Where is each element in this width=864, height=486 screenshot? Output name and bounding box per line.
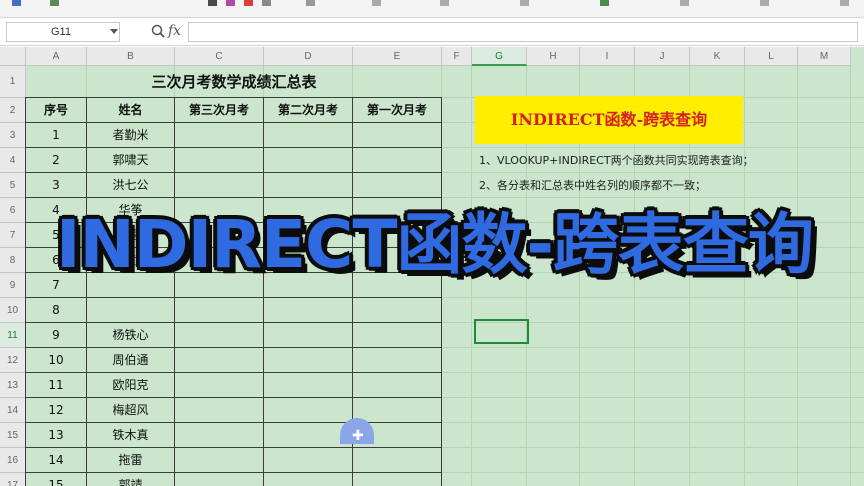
row-header-9[interactable]: 9 (0, 273, 26, 298)
row-header-11[interactable]: 11 (0, 323, 26, 348)
cell-seq-no[interactable]: 14 (26, 448, 86, 472)
row-header-12[interactable]: 12 (0, 348, 26, 373)
column-header-j[interactable]: J (635, 47, 690, 66)
ribbon-icon[interactable] (760, 0, 769, 6)
cell-student-name[interactable]: 郭啸天 (87, 148, 174, 172)
fill-handle-plus-icon[interactable]: ✚ (352, 429, 364, 443)
formula-bar: G11 fx (0, 18, 864, 46)
row-header-1[interactable]: 1 (0, 66, 26, 98)
chevron-down-icon[interactable] (110, 29, 118, 34)
formula-input[interactable] (188, 22, 858, 42)
column-header-b[interactable]: B (87, 47, 175, 66)
cell-student-name[interactable]: 杨铁心 (87, 323, 174, 347)
column-header-a[interactable]: A (26, 47, 87, 66)
row-header-3[interactable]: 3 (0, 123, 26, 148)
table-header-cell[interactable]: 第一次月考 (353, 98, 441, 122)
ribbon-icon[interactable] (520, 0, 529, 6)
table-header-cell[interactable]: 序号 (26, 98, 86, 122)
ribbon-icon[interactable] (12, 0, 21, 6)
ribbon-icon[interactable] (372, 0, 381, 6)
ribbon-icon[interactable] (244, 0, 253, 6)
column-header-m[interactable]: M (798, 47, 851, 66)
cell-student-name[interactable]: 周伯通 (87, 348, 174, 372)
ribbon-icon[interactable] (208, 0, 217, 6)
table-title: 三次月考数学成绩汇总表 (151, 73, 317, 91)
ribbon-icon[interactable] (840, 0, 849, 6)
column-header-h[interactable]: H (527, 47, 580, 66)
column-header-l[interactable]: L (745, 47, 798, 66)
cell-seq-no[interactable]: 13 (26, 423, 86, 447)
ribbon-icon[interactable] (680, 0, 689, 6)
column-header-e[interactable]: E (353, 47, 442, 66)
table-header-cell[interactable]: 第二次月考 (264, 98, 352, 122)
cell-student-name[interactable]: 郭靖 (87, 473, 174, 486)
ribbon-icon[interactable] (600, 0, 609, 6)
note-1: 1、VLOOKUP+INDIRECT两个函数共同实现跨表查询； (479, 154, 754, 167)
ribbon-icon[interactable] (262, 0, 271, 6)
overlay-title: INDIRECT函数-跨表查询 (56, 206, 814, 283)
row-header-6[interactable]: 6 (0, 198, 26, 223)
cell-student-name[interactable]: 铁木真 (87, 423, 174, 447)
row-header-7[interactable]: 7 (0, 223, 26, 248)
cell-student-name[interactable]: 欧阳克 (87, 373, 174, 397)
row-header-10[interactable]: 10 (0, 298, 26, 323)
cell-student-name[interactable] (87, 298, 174, 322)
row-header-8[interactable]: 8 (0, 248, 26, 273)
cell-student-name[interactable]: 者勤米 (87, 123, 174, 147)
cell-seq-no[interactable]: 15 (26, 473, 86, 486)
gridline-vertical (850, 66, 851, 486)
select-all-corner[interactable] (0, 47, 26, 66)
column-header-i[interactable]: I (580, 47, 635, 66)
cell-seq-no[interactable]: 12 (26, 398, 86, 422)
fx-icon[interactable]: fx (168, 22, 181, 40)
active-cell-g11[interactable] (474, 319, 529, 344)
cell-seq-no[interactable]: 2 (26, 148, 86, 172)
table-header-cell[interactable]: 姓名 (87, 98, 174, 122)
ribbon-icon[interactable] (50, 0, 59, 6)
ribbon-strip (0, 0, 864, 18)
cell-seq-no[interactable]: 11 (26, 373, 86, 397)
row-header-5[interactable]: 5 (0, 173, 26, 198)
name-box[interactable]: G11 (6, 22, 120, 42)
zoom-icon[interactable] (150, 23, 166, 39)
cell-student-name[interactable]: 梅超风 (87, 398, 174, 422)
column-header-c[interactable]: C (175, 47, 264, 66)
ribbon-icon[interactable] (306, 0, 315, 6)
cell-seq-no[interactable]: 8 (26, 298, 86, 322)
cell-seq-no[interactable]: 1 (26, 123, 86, 147)
row-header-13[interactable]: 13 (0, 373, 26, 398)
row-header-15[interactable]: 15 (0, 423, 26, 448)
cell-seq-no[interactable]: 9 (26, 323, 86, 347)
ribbon-icon[interactable] (226, 0, 235, 6)
column-header-f[interactable]: F (442, 47, 472, 66)
row-header-14[interactable]: 14 (0, 398, 26, 423)
row-header-16[interactable]: 16 (0, 448, 26, 473)
column-header-g[interactable]: G (472, 47, 527, 66)
column-header-d[interactable]: D (264, 47, 353, 66)
row-header-17[interactable]: 17 (0, 473, 26, 486)
row-header-4[interactable]: 4 (0, 148, 26, 173)
ribbon-icon[interactable] (440, 0, 449, 6)
cell-seq-no[interactable]: 10 (26, 348, 86, 372)
topic-box: INDIRECT函数-跨表查询 (475, 96, 743, 144)
column-header-k[interactable]: K (690, 47, 745, 66)
row-header-2[interactable]: 2 (0, 98, 26, 123)
cell-student-name[interactable]: 拖雷 (87, 448, 174, 472)
table-header-cell[interactable]: 第三次月考 (175, 98, 263, 122)
